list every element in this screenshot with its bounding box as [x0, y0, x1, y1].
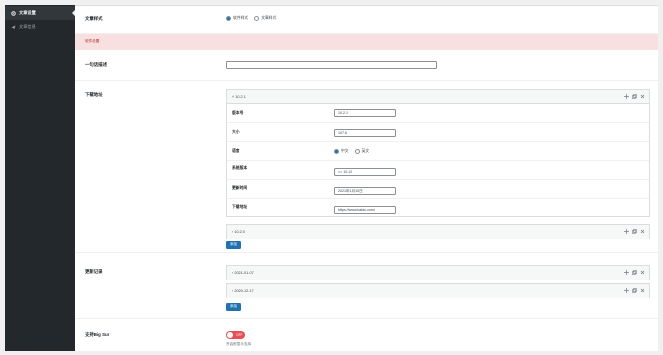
close-icon[interactable]: [640, 270, 645, 275]
article-style-radio-group: 软件样式 文章样式: [226, 16, 282, 21]
close-icon[interactable]: [640, 288, 645, 293]
radio-label: 文章样式: [261, 16, 277, 20]
field-row-size: 大小 107.6: [227, 123, 649, 142]
duplicate-icon[interactable]: [632, 270, 637, 275]
paper-plane-icon: [11, 25, 16, 30]
panel-title: ˅ 10.2.1: [232, 95, 246, 99]
radio-dot: [354, 149, 360, 154]
radio-english[interactable]: 英文: [354, 149, 370, 154]
toggle-hint: 开启即显示支持: [226, 342, 252, 346]
big-sur-toggle[interactable]: OFF: [226, 331, 245, 339]
download-panel-expanded: ˅ 10.2.1 版本号 10.2.1 大小 107.6 语言 中文 英文 系统…: [226, 89, 650, 217]
summary-row: 一句话描述: [75, 51, 658, 81]
panel-tools: [624, 229, 645, 234]
panel-tools: [624, 270, 645, 275]
field-label: 更新时间: [232, 186, 248, 190]
field-row-download-url: 下载地址 https://www.baidu.com/: [227, 199, 649, 218]
toggle-knob: [227, 332, 233, 338]
radio-dot: [334, 149, 339, 154]
gear-icon: [11, 10, 16, 16]
changelog-panel: › 2021-01-07: [226, 265, 650, 280]
language-radio-group: 中文 英文: [334, 149, 375, 154]
sidebar-item-label: 文章设置: [19, 10, 36, 15]
download-row: 下载地址 ˅ 10.2.1 版本号 10.2.1 大小 107.6 语言 中文 …: [75, 82, 658, 253]
settings-main: 文章样式 软件样式 文章样式 软件设置 一句话描述 下载地址 ˅ 10.2.1: [75, 5, 658, 351]
drag-icon[interactable]: [624, 94, 629, 99]
panel-title: › 2020-12-17: [232, 289, 254, 293]
sidebar-item-article-settings[interactable]: 文章设置: [5, 6, 75, 20]
notice-text: 软件设置: [85, 39, 100, 43]
system-version-input[interactable]: >= 10.12: [334, 168, 396, 176]
sidebar-item-label: 文章信息: [19, 24, 36, 29]
panel-header[interactable]: › 10.2.0: [227, 225, 649, 239]
drag-icon[interactable]: [624, 288, 629, 293]
toggle-label: OFF: [236, 332, 243, 337]
panel-title: › 10.2.0: [232, 230, 245, 234]
field-row-system-version: 系统版本 >= 10.12: [227, 161, 649, 180]
download-url-input[interactable]: https://www.baidu.com/: [334, 206, 396, 214]
panel-title: › 2021-01-07: [232, 271, 254, 275]
field-label: 文章样式: [85, 16, 103, 21]
panel-tools: [624, 94, 645, 99]
radio-label: 中文: [341, 149, 349, 153]
field-label: 大小: [232, 130, 240, 134]
field-label: 下载地址: [232, 205, 248, 209]
close-icon[interactable]: [640, 229, 645, 234]
download-panel-collapsed: › 10.2.0: [226, 224, 650, 239]
size-input[interactable]: 107.6: [334, 129, 396, 137]
field-label: 支持Big Sur: [85, 332, 110, 337]
add-download-button[interactable]: 添加: [226, 241, 241, 249]
admin-sidebar: 文章设置 文章信息: [5, 5, 75, 351]
panel-header[interactable]: › 2021-01-07: [227, 266, 649, 280]
drag-icon[interactable]: [624, 270, 629, 275]
radio-article-style[interactable]: 文章样式: [254, 16, 276, 21]
sidebar-item-article-info[interactable]: 文章信息: [5, 20, 75, 34]
field-label: 版本号: [232, 111, 244, 115]
changelog-panel: › 2020-12-17: [226, 283, 650, 298]
field-label: 更新记录: [85, 269, 103, 274]
update-time-input[interactable]: 2021年1月10日: [334, 187, 396, 195]
field-row-version: 版本号 10.2.1: [227, 104, 649, 123]
panel-header[interactable]: ˅ 10.2.1: [227, 90, 649, 104]
add-changelog-button[interactable]: 添加: [226, 303, 241, 311]
article-style-row: 文章样式 软件样式 文章样式: [75, 6, 658, 34]
radio-software-style[interactable]: 软件样式: [226, 16, 248, 21]
duplicate-icon[interactable]: [632, 94, 637, 99]
duplicate-icon[interactable]: [632, 288, 637, 293]
field-label: 一句话描述: [85, 62, 107, 67]
field-row-update-time: 更新时间 2021年1月10日: [227, 180, 649, 199]
radio-label: 软件样式: [233, 16, 249, 20]
close-icon[interactable]: [640, 94, 645, 99]
duplicate-icon[interactable]: [632, 229, 637, 234]
drag-icon[interactable]: [624, 229, 629, 234]
summary-input[interactable]: [226, 61, 437, 69]
section-notice: 软件设置: [75, 34, 658, 50]
changelog-row: 更新记录 › 2021-01-07 › 2020-12-17 添加: [75, 254, 658, 319]
field-label: 语言: [232, 149, 240, 153]
version-input[interactable]: 10.2.1: [334, 109, 396, 117]
panel-header[interactable]: › 2020-12-17: [227, 284, 649, 298]
radio-dot: [226, 16, 231, 21]
radio-label: 英文: [361, 149, 370, 153]
panel-tools: [624, 288, 645, 293]
field-label: 系统版本: [232, 166, 248, 170]
radio-dot: [254, 16, 260, 21]
field-row-language: 语言 中文 英文: [227, 142, 649, 161]
radio-chinese[interactable]: 中文: [334, 149, 349, 154]
big-sur-row: 支持Big Sur OFF 开启即显示支持: [75, 320, 658, 351]
field-label: 下载地址: [85, 92, 103, 97]
